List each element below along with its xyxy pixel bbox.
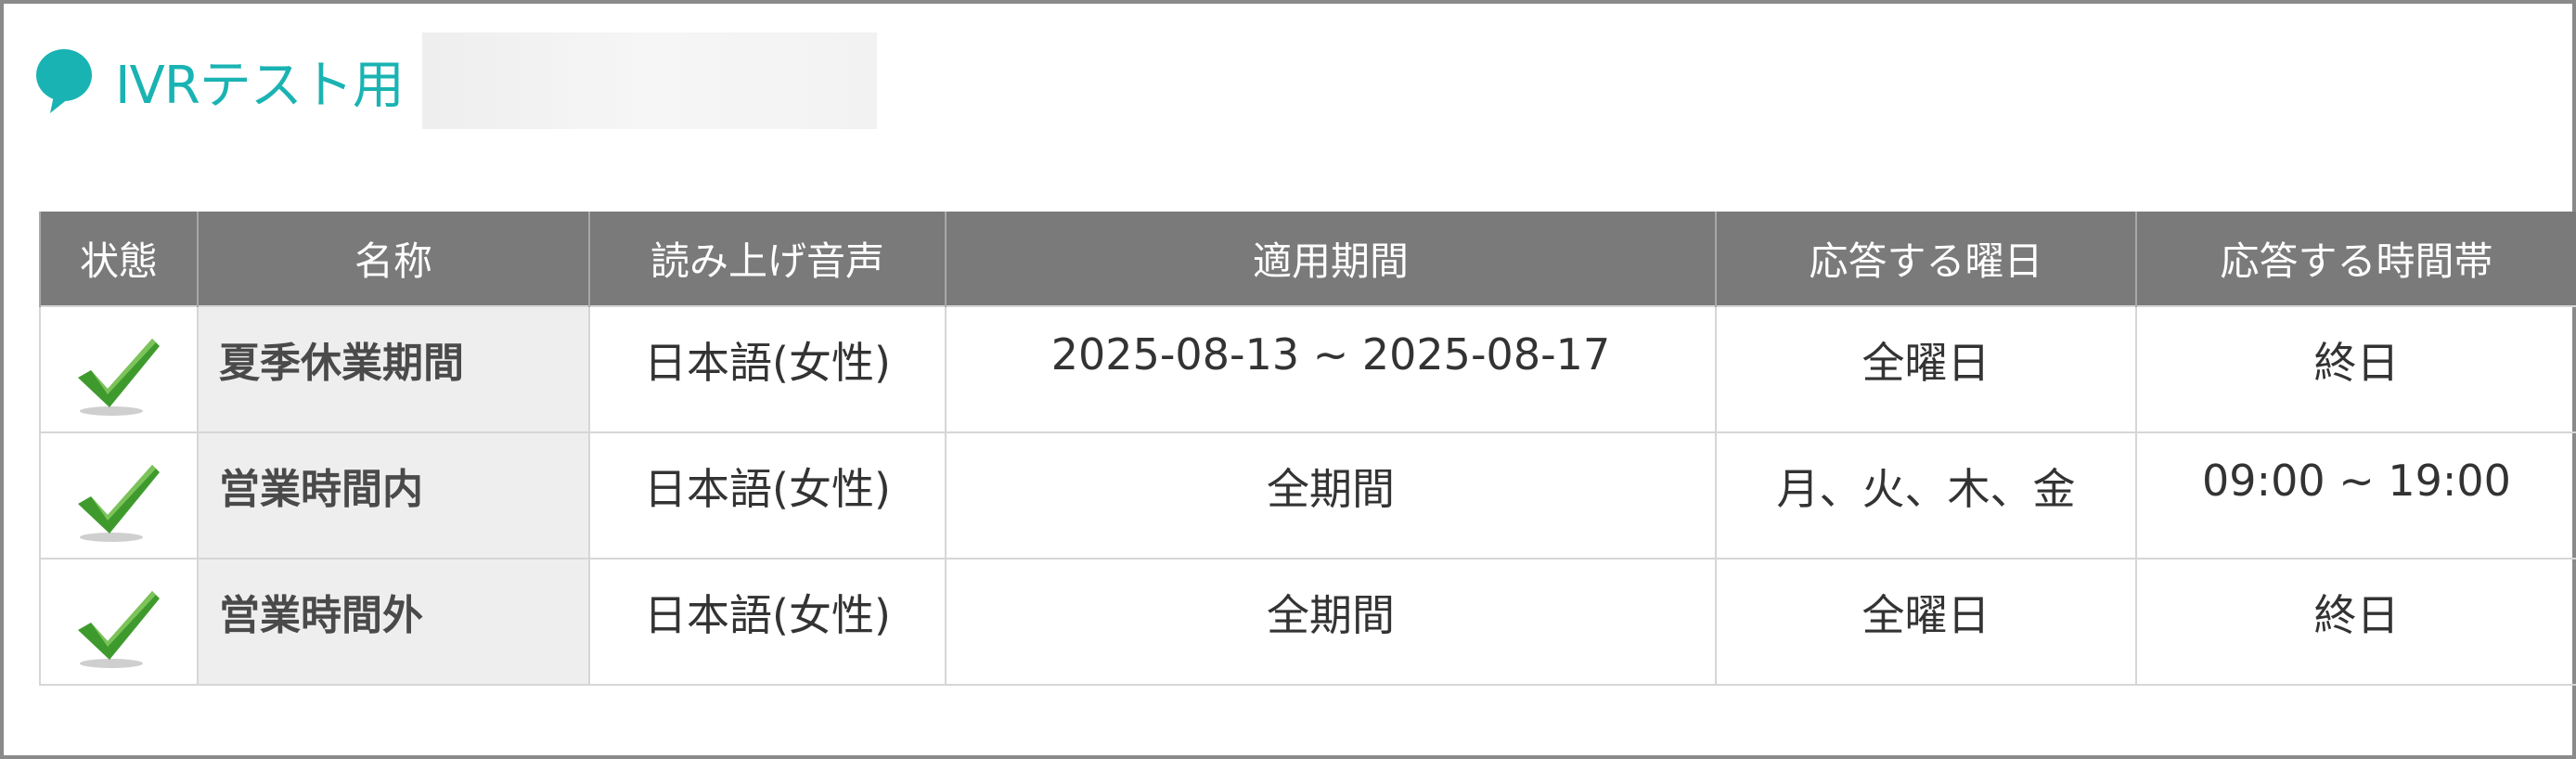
check-icon bbox=[78, 591, 160, 668]
check-icon bbox=[78, 339, 160, 416]
status-cell bbox=[39, 558, 199, 686]
hours-cell: 09:00 ~ 19:00 bbox=[2135, 431, 2576, 560]
period-cell: 全期間 bbox=[945, 558, 1717, 686]
page-title: IVRテスト用 bbox=[115, 55, 405, 116]
voice-cell: 日本語(女性) bbox=[588, 305, 947, 433]
hours-cell: 終日 bbox=[2135, 305, 2576, 433]
page-frame: IVRテスト用 状態 名称 読み上げ音声 適用期間 応答する曜日 応答する時間帯 bbox=[0, 0, 2576, 759]
column-header-period: 適用期間 bbox=[945, 212, 1717, 306]
ivr-rules-table: 状態 名称 読み上げ音声 適用期間 応答する曜日 応答する時間帯 夏季休業期間 … bbox=[39, 212, 2576, 686]
days-cell: 全曜日 bbox=[1715, 558, 2137, 686]
status-cell bbox=[39, 305, 199, 433]
hours-cell: 終日 bbox=[2135, 558, 2576, 686]
voice-cell: 日本語(女性) bbox=[588, 558, 947, 686]
rule-name[interactable]: 夏季休業期間 bbox=[197, 305, 590, 433]
rule-name[interactable]: 営業時間外 bbox=[197, 558, 590, 686]
days-cell: 全曜日 bbox=[1715, 305, 2137, 433]
redacted-name-field bbox=[421, 32, 877, 129]
rule-name[interactable]: 営業時間内 bbox=[197, 431, 590, 560]
table-row[interactable]: 営業時間外 日本語(女性) 全期間 全曜日 終日 bbox=[39, 558, 2576, 686]
table-row[interactable]: 営業時間内 日本語(女性) 全期間 月、火、木、金 09:00 ~ 19:00 bbox=[39, 431, 2576, 560]
period-cell: 2025-08-13 ~ 2025-08-17 bbox=[945, 305, 1717, 433]
column-header-name: 名称 bbox=[197, 212, 590, 306]
page-header: IVRテスト用 bbox=[33, 30, 877, 132]
column-header-hours: 応答する時間帯 bbox=[2135, 212, 2576, 306]
column-header-status: 状態 bbox=[39, 212, 199, 306]
status-cell bbox=[39, 431, 199, 560]
table-row[interactable]: 夏季休業期間 日本語(女性) 2025-08-13 ~ 2025-08-17 全… bbox=[39, 305, 2576, 433]
voice-cell: 日本語(女性) bbox=[588, 431, 947, 560]
days-cell: 月、火、木、金 bbox=[1715, 431, 2137, 560]
column-header-voice: 読み上げ音声 bbox=[588, 212, 947, 306]
period-cell: 全期間 bbox=[945, 431, 1717, 560]
speech-bubble-icon bbox=[36, 49, 92, 113]
column-header-days: 応答する曜日 bbox=[1715, 212, 2137, 306]
check-icon bbox=[78, 465, 160, 542]
table-header-row: 状態 名称 読み上げ音声 適用期間 応答する曜日 応答する時間帯 bbox=[39, 212, 2576, 306]
